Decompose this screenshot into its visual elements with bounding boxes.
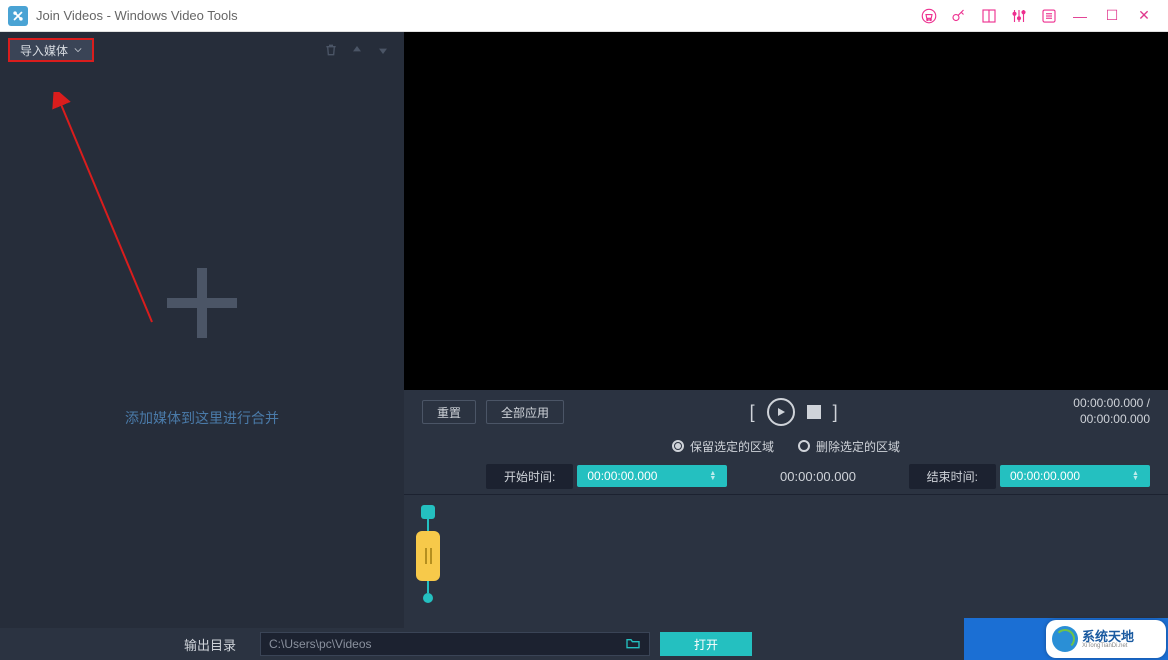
radio-checked-icon <box>672 440 684 452</box>
watermark-badge: 系统天地 XiTongTianDi.net <box>1046 620 1166 658</box>
end-time-input[interactable]: 00:00:00.000 ▲▼ <box>1000 465 1150 487</box>
move-down-icon[interactable] <box>372 39 394 61</box>
mark-out-icon[interactable]: ] <box>833 402 838 423</box>
reset-button[interactable]: 重置 <box>422 400 476 424</box>
media-toolbar: 导入媒体 <box>0 32 404 68</box>
media-drop-zone[interactable]: 添加媒体到这里进行合并 <box>0 68 404 628</box>
delete-icon[interactable] <box>320 39 342 61</box>
time-range-row: 开始时间: 00:00:00.000 ▲▼ 00:00:00.000 结束时间:… <box>404 458 1168 494</box>
move-up-icon[interactable] <box>346 39 368 61</box>
window-title: Join Videos - Windows Video Tools <box>36 8 238 23</box>
video-preview[interactable] <box>404 32 1168 390</box>
open-button[interactable]: 打开 <box>660 632 752 656</box>
output-path-value: C:\Users\pc\Videos <box>269 637 372 651</box>
globe-icon <box>1052 626 1078 652</box>
editor-panel: 重置 全部应用 [ ] 00:00:00.000 / 00:00:00.000 … <box>404 32 1168 628</box>
timeline[interactable] <box>404 494 1168 628</box>
output-path-input[interactable]: C:\Users\pc\Videos <box>260 632 650 656</box>
layout-icon[interactable] <box>975 2 1003 30</box>
output-bar: 输出目录 C:\Users\pc\Videos 打开 合 系统天地 XiTong… <box>0 628 1168 660</box>
watermark-text-en: XiTongTianDi.net <box>1082 643 1134 649</box>
folder-icon[interactable] <box>625 636 641 653</box>
titlebar: Join Videos - Windows Video Tools — ☐ ✕ <box>0 0 1168 32</box>
remove-region-radio[interactable]: 删除选定的区域 <box>798 438 900 455</box>
apply-all-button[interactable]: 全部应用 <box>486 400 564 424</box>
output-dir-label: 输出目录 <box>184 635 236 654</box>
import-media-button[interactable]: 导入媒体 <box>8 38 94 62</box>
mark-in-icon[interactable]: [ <box>750 402 755 423</box>
timeline-handle[interactable] <box>416 505 440 603</box>
minimize-button[interactable]: — <box>1064 2 1096 30</box>
settings-icon[interactable] <box>1005 2 1033 30</box>
stop-button[interactable] <box>807 405 821 419</box>
start-time-label: 开始时间: <box>486 464 573 489</box>
playback-controls: 重置 全部应用 [ ] 00:00:00.000 / 00:00:00.000 <box>404 390 1168 434</box>
end-time-value: 00:00:00.000 <box>1010 469 1080 483</box>
region-mode-row: 保留选定的区域 删除选定的区域 <box>404 434 1168 458</box>
menu-icon[interactable] <box>1035 2 1063 30</box>
maximize-button[interactable]: ☐ <box>1096 2 1128 30</box>
close-button[interactable]: ✕ <box>1128 2 1160 30</box>
keep-region-label: 保留选定的区域 <box>690 438 774 455</box>
radio-unchecked-icon <box>798 440 810 452</box>
total-time: 00:00:00.000 <box>1073 412 1150 428</box>
keep-region-radio[interactable]: 保留选定的区域 <box>672 438 774 455</box>
start-time-value: 00:00:00.000 <box>587 469 657 483</box>
media-panel: 导入媒体 添加媒体到这里进行合并 <box>0 32 404 628</box>
time-display: 00:00:00.000 / 00:00:00.000 <box>1073 396 1150 427</box>
app-icon <box>8 6 28 26</box>
current-time: 00:00:00.000 / <box>1073 396 1150 412</box>
duration-display: 00:00:00.000 <box>731 469 904 484</box>
remove-region-label: 删除选定的区域 <box>816 438 900 455</box>
import-media-label: 导入媒体 <box>20 42 68 59</box>
add-icon <box>167 268 237 338</box>
key-icon[interactable] <box>945 2 973 30</box>
start-time-input[interactable]: 00:00:00.000 ▲▼ <box>577 465 727 487</box>
end-time-label: 结束时间: <box>909 464 996 489</box>
chevron-down-icon <box>74 47 82 53</box>
watermark-text-zh: 系统天地 <box>1082 630 1134 643</box>
cart-icon[interactable] <box>915 2 943 30</box>
drop-hint-text: 添加媒体到这里进行合并 <box>125 408 279 428</box>
play-button[interactable] <box>767 398 795 426</box>
